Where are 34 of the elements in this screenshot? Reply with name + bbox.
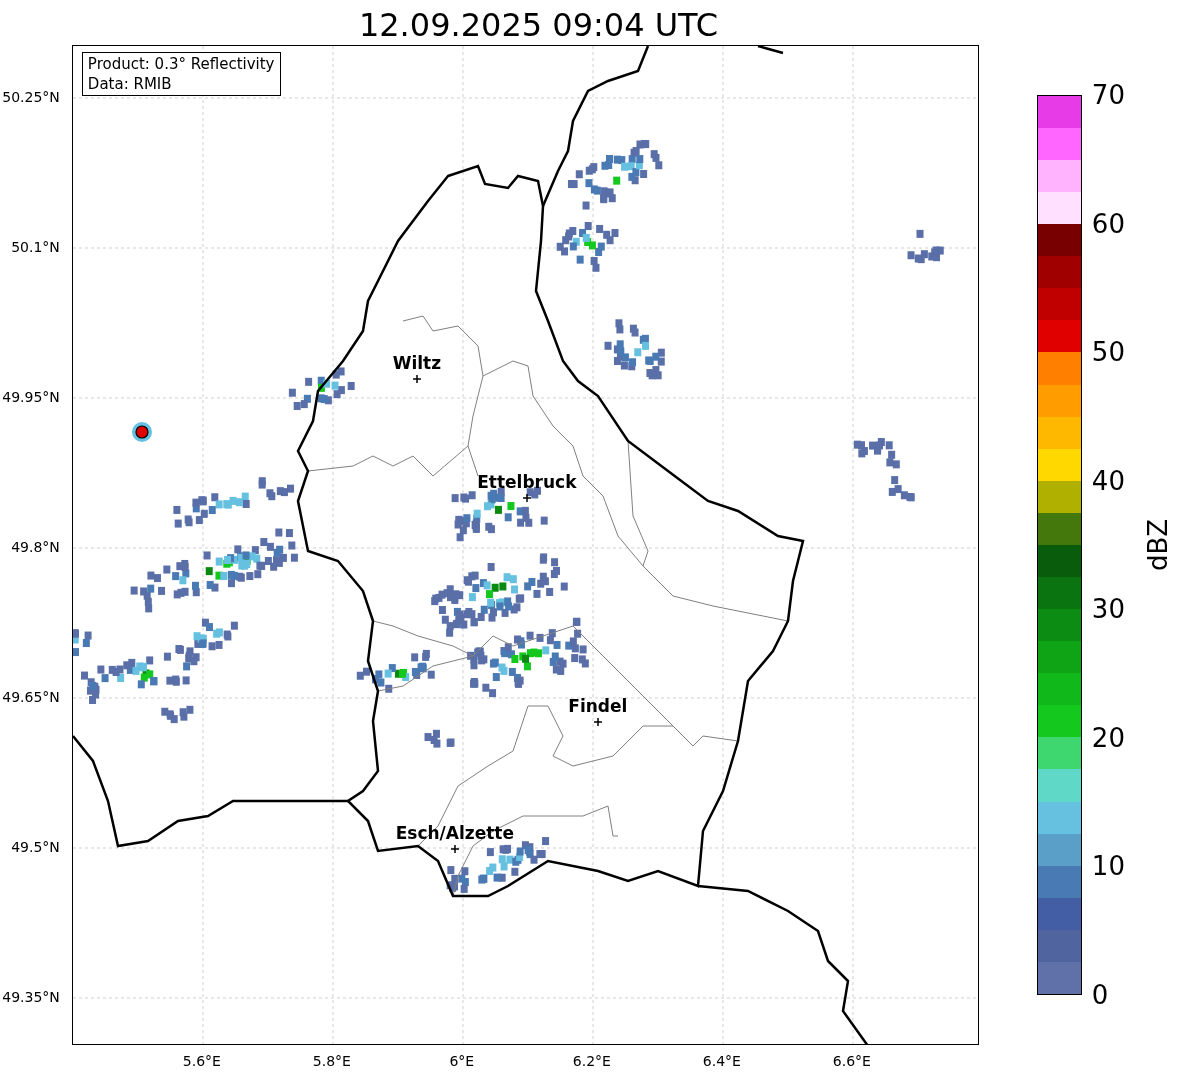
colorbar-tick-label: 60 [1091, 208, 1125, 239]
longitude-label: 5.6°E [182, 1053, 221, 1069]
colorbar-tick-label: 40 [1091, 465, 1125, 496]
latitude-label: 49.8°N [11, 539, 60, 555]
city-marker-icon [412, 374, 422, 384]
radar-site-icon [131, 422, 152, 442]
city-label: Wiltz [392, 353, 442, 373]
longitude-label: 6.4°E [702, 1053, 741, 1069]
city-marker-icon [593, 717, 603, 727]
city-marker-icon [522, 493, 532, 503]
info-text: Data: RMIB [87, 74, 173, 94]
city-label: Findel [568, 696, 628, 716]
longitude-label: 6.6°E [832, 1053, 871, 1069]
colorbar-tick-label: 70 [1091, 80, 1125, 110]
latitude-label: 49.35°N [2, 989, 60, 1005]
colorbar-tick-label: 30 [1091, 594, 1125, 625]
colorbar-tick-label: 50 [1091, 337, 1125, 368]
latitude-label: 49.65°N [2, 689, 60, 705]
latitude-label: 50.1°N [11, 239, 60, 255]
colorbar-tick-label: 10 [1091, 851, 1125, 882]
info-text: Product: 0.3° Reflectivity [87, 54, 275, 74]
longitude-label: 6°E [449, 1053, 475, 1069]
city-marker-icon [450, 844, 460, 854]
chart-title: 12.09.2025 09:04 UTC [358, 5, 719, 45]
colorbar-tick-label: 20 [1091, 722, 1125, 753]
longitude-label: 5.8°E [312, 1053, 351, 1069]
city-label: Esch/Alzette [395, 823, 514, 843]
colorbar-label: dBZ [1142, 518, 1173, 572]
latitude-label: 49.5°N [11, 839, 60, 855]
city-label: Ettelbruck [477, 472, 577, 492]
longitude-label: 6.2°E [572, 1053, 611, 1069]
colorbar-tick-label: 0 [1091, 980, 1109, 1010]
latitude-label: 50.25°N [2, 89, 60, 105]
latitude-label: 49.95°N [2, 389, 60, 405]
